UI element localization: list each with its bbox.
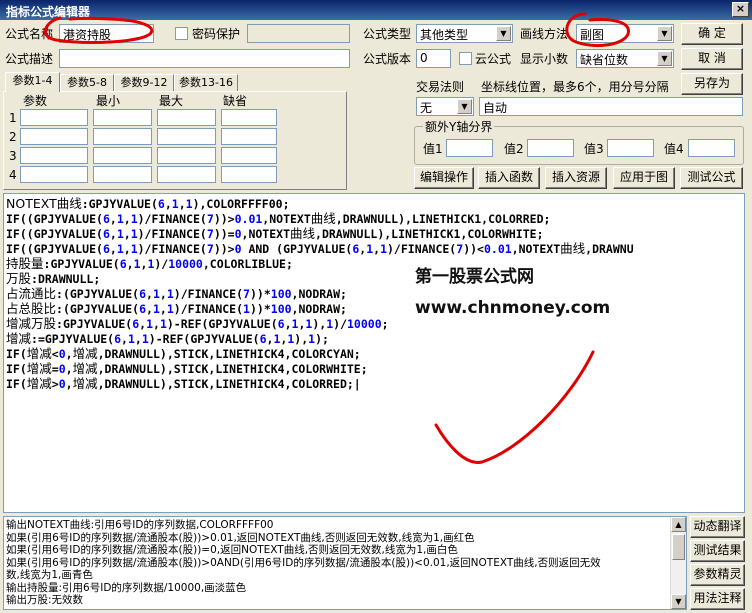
annotation-circle-name	[43, 16, 154, 44]
annotation-circle-draw	[565, 12, 630, 47]
tab-params-1-4[interactable]: 参数1-4	[5, 72, 60, 92]
annotation-overlay	[43, 12, 630, 464]
annotation-check-mark	[434, 350, 595, 464]
